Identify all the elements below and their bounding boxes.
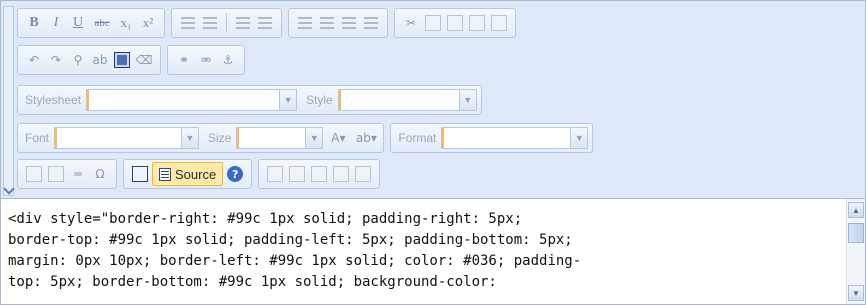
stylesheet-select[interactable]: ▼ [86, 89, 298, 111]
font-value [55, 128, 181, 148]
clipboard-group: ✂ [394, 8, 516, 38]
image-icon[interactable] [24, 164, 44, 184]
code-line: margin: 0px 10px; border-left: #99c 1px … [8, 253, 582, 269]
paste-word-icon[interactable] [489, 13, 509, 33]
code-line: border-top: #99c 1px solid; padding-left… [8, 232, 573, 248]
anchor-icon[interactable]: ⚓ [218, 50, 238, 70]
toolbar-row-fonts: Font ▼ Size ▼ A▾ ab▾ Format ▼ [17, 123, 594, 153]
rich-text-editor: B I U abc x₁ x² ✂ ↶ ↷ ⚲ ab ⌫ ⚭ ⚮ ⚓ Style… [0, 0, 866, 305]
format-select[interactable]: ▼ [441, 127, 589, 149]
align-group [288, 8, 388, 38]
code-line: top: 5px; border-bottom: #99c 1px solid;… [8, 274, 497, 290]
chevron-down-icon[interactable]: ▼ [181, 128, 199, 148]
source-textarea[interactable]: <div style="border-right: #99c 1px solid… [1, 199, 865, 304]
form-group [258, 159, 381, 189]
strikethrough-button[interactable]: abc [90, 13, 114, 33]
font-label: Font [25, 131, 50, 145]
special-char-icon[interactable]: Ω [90, 164, 110, 184]
subscript-button[interactable]: x₁ [116, 13, 136, 33]
chevron-down-icon[interactable]: ▼ [279, 90, 297, 110]
chevron-down-icon[interactable]: ▼ [570, 128, 588, 148]
size-label: Size [208, 131, 232, 145]
format-group: Format ▼ [390, 123, 594, 153]
toolbar-row-styles: Stylesheet ▼ Style ▼ [17, 85, 482, 115]
link-group: ⚭ ⚮ ⚓ [167, 45, 245, 75]
paste-icon[interactable] [445, 13, 465, 33]
align-left-icon[interactable] [295, 13, 315, 33]
format-label: Format [398, 131, 437, 145]
replace-icon[interactable]: ab [90, 50, 110, 70]
source-code: <div style="border-right: #99c 1px solid… [8, 209, 838, 293]
copy-icon[interactable] [423, 13, 443, 33]
format-value [442, 128, 570, 148]
find-icon[interactable]: ⚲ [68, 50, 88, 70]
font-group: Font ▼ Size ▼ A▾ ab▾ [17, 123, 385, 153]
link-icon[interactable]: ⚭ [174, 50, 194, 70]
style-value [338, 90, 459, 110]
eraser-icon[interactable]: ⌫ [134, 50, 154, 70]
undo-icon[interactable]: ↶ [24, 50, 44, 70]
vertical-scrollbar[interactable]: ▲ ▼ [846, 199, 865, 304]
font-select[interactable]: ▼ [54, 127, 200, 149]
source-label: Source [175, 166, 217, 182]
image-button-icon[interactable] [353, 164, 373, 184]
divider [226, 13, 227, 33]
italic-button[interactable]: I [46, 13, 66, 33]
code-line: <div style="border-right: #99c 1px solid… [8, 211, 523, 227]
redo-icon[interactable]: ↷ [46, 50, 66, 70]
edit-group: ↶ ↷ ⚲ ab ⌫ [17, 45, 161, 75]
underline-button[interactable]: U [68, 13, 88, 33]
style-label: Style [306, 93, 333, 107]
source-group: Source ? [123, 159, 253, 189]
stylesheet-value [87, 90, 279, 110]
textfield-icon[interactable] [309, 164, 329, 184]
source-doc-icon [159, 167, 171, 181]
bulleted-list-icon[interactable] [200, 13, 220, 33]
toolbar-row-insert: ═ Ω Source ? [17, 159, 381, 189]
table-icon[interactable] [46, 164, 66, 184]
chevron-down-icon[interactable]: ▼ [458, 90, 476, 110]
list-group [171, 8, 282, 38]
maximize-icon[interactable] [130, 164, 150, 184]
styles-group: Stylesheet ▼ Style ▼ [17, 85, 482, 115]
scroll-up-icon[interactable]: ▲ [848, 202, 864, 218]
text-format-group: B I U abc x₁ x² [17, 8, 165, 38]
form-icon[interactable] [265, 164, 285, 184]
toolbar-row-formatting: B I U abc x₁ x² ✂ [17, 8, 516, 38]
select-all-icon[interactable] [112, 50, 132, 70]
background-color-icon[interactable]: ab▾ [353, 128, 379, 148]
source-button[interactable]: Source [152, 162, 224, 186]
indent-icon[interactable] [255, 13, 275, 33]
scroll-thumb[interactable] [848, 223, 864, 243]
justify-icon[interactable] [361, 13, 381, 33]
stylesheet-label: Stylesheet [25, 93, 82, 107]
align-center-icon[interactable] [317, 13, 337, 33]
text-color-icon[interactable]: A▾ [325, 128, 351, 148]
size-value [237, 128, 305, 148]
numbered-list-icon[interactable] [178, 13, 198, 33]
toolbar-area: B I U abc x₁ x² ✂ ↶ ↷ ⚲ ab ⌫ ⚭ ⚮ ⚓ Style… [1, 1, 865, 199]
chevron-down-icon[interactable]: ▼ [305, 128, 323, 148]
outdent-icon[interactable] [233, 13, 253, 33]
unlink-icon[interactable]: ⚮ [196, 50, 216, 70]
help-icon[interactable]: ? [225, 164, 245, 184]
checkbox-icon[interactable] [287, 164, 307, 184]
insert-group: ═ Ω [17, 159, 117, 189]
paste-text-icon[interactable] [467, 13, 487, 33]
cut-icon[interactable]: ✂ [401, 13, 421, 33]
toolbar-collapse-handle[interactable] [3, 6, 14, 196]
textarea-icon[interactable] [331, 164, 351, 184]
align-right-icon[interactable] [339, 13, 359, 33]
size-select[interactable]: ▼ [236, 127, 324, 149]
horizontal-rule-icon[interactable]: ═ [68, 164, 88, 184]
toolbar-row-edit: ↶ ↷ ⚲ ab ⌫ ⚭ ⚮ ⚓ [17, 45, 245, 75]
style-select[interactable]: ▼ [337, 89, 477, 111]
superscript-button[interactable]: x² [138, 13, 158, 33]
scroll-down-icon[interactable]: ▼ [848, 285, 864, 301]
bold-button[interactable]: B [24, 13, 44, 33]
